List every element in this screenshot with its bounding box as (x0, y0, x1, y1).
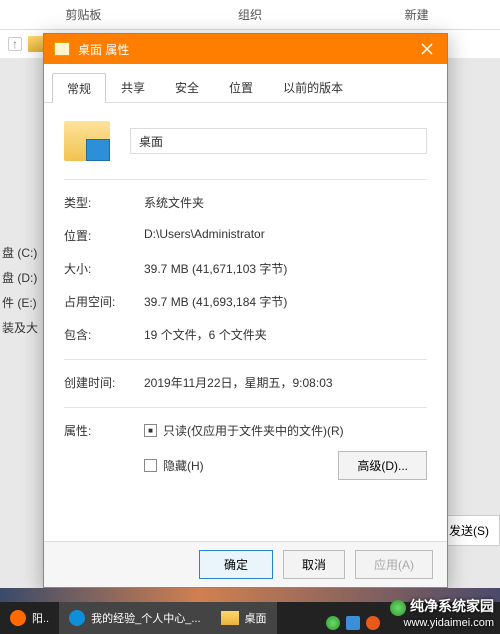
label-size: 大小: (64, 260, 144, 277)
bg-sidebar: 盘 (C:) 盘 (D:) 件 (E:) 装及大 (0, 240, 45, 340)
hidden-checkbox[interactable] (144, 459, 157, 472)
readonly-checkbox[interactable] (144, 424, 157, 437)
value-type: 系统文件夹 (144, 194, 427, 211)
folder-icon (54, 42, 70, 56)
tray-icon[interactable] (326, 616, 340, 630)
label-created: 创建时间: (64, 374, 144, 391)
taskbar-label: 我的经验_个人中心_... (91, 610, 200, 626)
watermark: 纯净系统家园 www.yidaimei.com (390, 599, 494, 630)
hidden-label: 隐藏(H) (163, 457, 204, 474)
separator (64, 407, 427, 408)
watermark-brand: 纯净系统家园 (410, 598, 494, 614)
folder-name-text: 桌面 (139, 133, 163, 150)
tab-location[interactable]: 位置 (214, 72, 268, 102)
taskbar-item[interactable]: 我的经验_个人中心_... (59, 602, 210, 634)
ribbon-tab[interactable]: 组织 (167, 0, 334, 29)
system-tray[interactable] (326, 616, 380, 630)
taskbar-item[interactable]: 阳.. (0, 602, 59, 634)
ribbon-tab[interactable]: 新建 (333, 0, 500, 29)
ribbon-tab[interactable]: 剪贴板 (0, 0, 167, 29)
separator (64, 179, 427, 180)
drive-item[interactable]: 装及大 (0, 315, 45, 340)
apply-button[interactable]: 应用(A) (355, 550, 433, 579)
watermark-logo-icon (390, 600, 406, 616)
titlebar[interactable]: 桌面 属性 (44, 34, 447, 64)
tab-strip: 常规 共享 安全 位置 以前的版本 (44, 64, 447, 103)
close-button[interactable] (407, 34, 447, 64)
drive-item[interactable]: 盘 (C:) (0, 240, 45, 265)
folder-large-icon (64, 121, 110, 161)
value-size: 39.7 MB (41,671,103 字节) (144, 260, 427, 277)
tab-previous-versions[interactable]: 以前的版本 (268, 72, 358, 102)
folder-name-field[interactable]: 桌面 (130, 128, 427, 154)
label-type: 类型: (64, 194, 144, 211)
readonly-label: 只读(仅应用于文件夹中的文件)(R) (163, 422, 344, 439)
tab-general[interactable]: 常规 (52, 73, 106, 103)
drive-item[interactable]: 件 (E:) (0, 290, 45, 315)
tab-sharing[interactable]: 共享 (106, 72, 160, 102)
tray-icon[interactable] (346, 616, 360, 630)
close-icon (421, 43, 433, 55)
dialog-footer: 确定 取消 应用(A) (44, 541, 447, 587)
taskbar-label: 桌面 (245, 610, 267, 626)
app-icon (10, 610, 26, 626)
folder-icon (221, 611, 239, 625)
watermark-url: www.yidaimei.com (390, 616, 494, 630)
label-contains: 包含: (64, 326, 144, 343)
label-attributes: 属性: (64, 422, 144, 492)
nav-up-icon[interactable]: ↑ (8, 37, 22, 51)
taskbar-item[interactable]: 桌面 (211, 602, 277, 634)
app-icon (69, 610, 85, 626)
tab-security[interactable]: 安全 (160, 72, 214, 102)
separator (64, 359, 427, 360)
label-location: 位置: (64, 227, 144, 244)
drive-item[interactable]: 盘 (D:) (0, 265, 45, 290)
value-created: 2019年11月22日，星期五，9:08:03 (144, 374, 427, 391)
advanced-button[interactable]: 高级(D)... (338, 451, 427, 480)
bg-ribbon: 剪贴板 组织 新建 (0, 0, 500, 30)
ok-button[interactable]: 确定 (199, 550, 273, 579)
cancel-button[interactable]: 取消 (283, 550, 345, 579)
value-size-on-disk: 39.7 MB (41,693,184 字节) (144, 293, 427, 310)
tab-content: 桌面 类型:系统文件夹 位置:D:\Users\Administrator 大小… (44, 103, 447, 510)
label-size-on-disk: 占用空间: (64, 293, 144, 310)
tray-icon[interactable] (366, 616, 380, 630)
value-contains: 19 个文件，6 个文件夹 (144, 326, 427, 343)
taskbar-label: 阳.. (32, 610, 49, 626)
value-location: D:\Users\Administrator (144, 227, 427, 244)
window-title: 桌面 属性 (78, 41, 407, 58)
properties-dialog: 桌面 属性 常规 共享 安全 位置 以前的版本 桌面 类型:系统文件夹 位置:D… (43, 33, 448, 588)
